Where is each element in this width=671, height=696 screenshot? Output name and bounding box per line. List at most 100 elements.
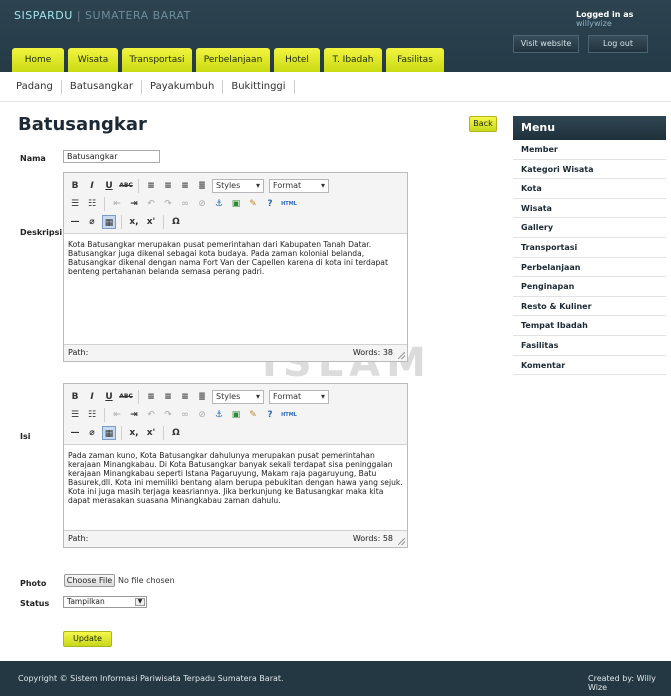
- align-justify-icon[interactable]: ≣: [195, 390, 209, 404]
- numbered-list-icon[interactable]: ☷: [85, 197, 99, 211]
- nama-label: Nama: [20, 154, 46, 163]
- visit-website-button[interactable]: Visit website: [513, 35, 579, 53]
- horizontal-rule-icon[interactable]: —: [68, 215, 82, 229]
- subscript-button[interactable]: x,: [127, 426, 141, 440]
- sidebar-item-penginapan[interactable]: Penginapan: [513, 277, 666, 297]
- tab-home[interactable]: Home: [12, 48, 64, 72]
- tab-wisata[interactable]: Wisata: [68, 48, 118, 72]
- sidebar-item-resto-kuliner[interactable]: Resto & Kuliner: [513, 297, 666, 317]
- tab-hotel[interactable]: Hotel: [274, 48, 320, 72]
- sidebar-item-gallery[interactable]: Gallery: [513, 218, 666, 238]
- resize-grip-icon[interactable]: [398, 538, 405, 545]
- status-select-value: Tampilkan: [67, 597, 105, 606]
- align-left-icon[interactable]: ≡: [144, 179, 158, 193]
- subnav-padang[interactable]: Padang: [16, 80, 62, 94]
- visual-aid-icon[interactable]: ▦: [102, 426, 116, 440]
- html-source-button[interactable]: HTML: [280, 408, 298, 422]
- back-button[interactable]: Back: [469, 116, 497, 132]
- undo-icon[interactable]: ↶: [144, 408, 158, 422]
- choose-file-button[interactable]: Choose File: [64, 574, 115, 587]
- subnav-payakumbuh[interactable]: Payakumbuh: [142, 80, 224, 94]
- styles-dropdown[interactable]: Styles: [212, 179, 264, 193]
- italic-button[interactable]: I: [85, 179, 99, 193]
- indent-icon[interactable]: ⇥: [127, 197, 141, 211]
- tab-t-ibadah[interactable]: T. Ibadah: [324, 48, 382, 72]
- status-select[interactable]: Tampilkan ▼: [63, 596, 147, 608]
- indent-icon[interactable]: ⇥: [127, 408, 141, 422]
- align-center-icon[interactable]: ≡: [161, 390, 175, 404]
- align-center-icon[interactable]: ≡: [161, 179, 175, 193]
- special-char-button[interactable]: Ω: [169, 426, 183, 440]
- sidebar-item-transportasi[interactable]: Transportasi: [513, 238, 666, 258]
- html-source-button[interactable]: HTML: [280, 197, 298, 211]
- help-icon[interactable]: ?: [263, 197, 277, 211]
- superscript-button[interactable]: x': [144, 215, 158, 229]
- bullet-list-icon[interactable]: ☰: [68, 408, 82, 422]
- remove-format-icon[interactable]: ⌀: [85, 426, 99, 440]
- tab-fasilitas[interactable]: Fasilitas: [386, 48, 444, 72]
- unlink-icon[interactable]: ⊘: [195, 408, 209, 422]
- editor-content[interactable]: Pada zaman kuno, Kota Batusangkar dahulu…: [64, 445, 407, 511]
- site-brand[interactable]: SISPARDU | SUMATERA BARAT: [14, 9, 191, 22]
- styles-dropdown[interactable]: Styles: [212, 390, 264, 404]
- italic-button[interactable]: I: [85, 390, 99, 404]
- editor-content[interactable]: Kota Batusangkar merupakan pusat pemerin…: [64, 234, 407, 282]
- subnav-bukittinggi[interactable]: Bukittinggi: [223, 80, 295, 94]
- remove-format-icon[interactable]: ⌀: [85, 215, 99, 229]
- bold-button[interactable]: B: [68, 179, 82, 193]
- outdent-icon[interactable]: ⇤: [110, 197, 124, 211]
- sidebar-item-kategori-wisata[interactable]: Kategori Wisata: [513, 160, 666, 180]
- numbered-list-icon[interactable]: ☷: [85, 408, 99, 422]
- align-right-icon[interactable]: ≡: [178, 390, 192, 404]
- sidebar-item-member[interactable]: Member: [513, 140, 666, 160]
- help-icon[interactable]: ?: [263, 408, 277, 422]
- align-right-icon[interactable]: ≡: [178, 179, 192, 193]
- image-icon[interactable]: ▣: [229, 197, 243, 211]
- nama-input[interactable]: Batusangkar: [63, 150, 160, 163]
- update-button[interactable]: Update: [63, 631, 112, 647]
- log-out-button[interactable]: Log out: [588, 35, 648, 53]
- unlink-icon[interactable]: ⊘: [195, 197, 209, 211]
- redo-icon[interactable]: ↷: [161, 197, 175, 211]
- sidebar-item-kota[interactable]: Kota: [513, 179, 666, 199]
- tab-transportasi[interactable]: Transportasi: [122, 48, 192, 72]
- page-title: Batusangkar: [18, 114, 147, 135]
- subnav-batusangkar[interactable]: Batusangkar: [62, 80, 142, 94]
- bold-button[interactable]: B: [68, 390, 82, 404]
- format-dropdown[interactable]: Format: [269, 179, 329, 193]
- special-char-button[interactable]: Ω: [169, 215, 183, 229]
- underline-button[interactable]: U: [102, 179, 116, 193]
- outdent-icon[interactable]: ⇤: [110, 408, 124, 422]
- sidebar-item-komentar[interactable]: Komentar: [513, 356, 666, 376]
- brand-region: SUMATERA BARAT: [85, 9, 191, 22]
- align-justify-icon[interactable]: ≣: [195, 179, 209, 193]
- sidebar-item-wisata[interactable]: Wisata: [513, 199, 666, 219]
- visual-aid-icon[interactable]: ▦: [102, 215, 116, 229]
- cleanup-icon[interactable]: ✎: [246, 408, 260, 422]
- subscript-button[interactable]: x,: [127, 215, 141, 229]
- image-icon[interactable]: ▣: [229, 408, 243, 422]
- city-subnav: Padang Batusangkar Payakumbuh Bukittingg…: [16, 80, 295, 94]
- sidebar-item-tempat-ibadah[interactable]: Tempat Ibadah: [513, 316, 666, 336]
- undo-icon[interactable]: ↶: [144, 197, 158, 211]
- resize-grip-icon[interactable]: [398, 352, 405, 359]
- redo-icon[interactable]: ↷: [161, 408, 175, 422]
- link-icon[interactable]: ∞: [178, 197, 192, 211]
- logged-in-user[interactable]: willywize: [576, 19, 612, 28]
- anchor-icon[interactable]: ⚓: [212, 408, 226, 422]
- tab-perbelanjaan[interactable]: Perbelanjaan: [196, 48, 270, 72]
- bullet-list-icon[interactable]: ☰: [68, 197, 82, 211]
- link-icon[interactable]: ∞: [178, 408, 192, 422]
- underline-button[interactable]: U: [102, 390, 116, 404]
- sidebar-item-fasilitas[interactable]: Fasilitas: [513, 336, 666, 356]
- align-left-icon[interactable]: ≡: [144, 390, 158, 404]
- sidebar-item-perbelanjaan[interactable]: Perbelanjaan: [513, 258, 666, 278]
- format-dropdown[interactable]: Format: [269, 390, 329, 404]
- horizontal-rule-icon[interactable]: —: [68, 426, 82, 440]
- no-file-text: No file chosen: [118, 576, 175, 585]
- anchor-icon[interactable]: ⚓: [212, 197, 226, 211]
- strikethrough-button[interactable]: ABC: [119, 179, 133, 193]
- strikethrough-button[interactable]: ABC: [119, 390, 133, 404]
- cleanup-icon[interactable]: ✎: [246, 197, 260, 211]
- superscript-button[interactable]: x': [144, 426, 158, 440]
